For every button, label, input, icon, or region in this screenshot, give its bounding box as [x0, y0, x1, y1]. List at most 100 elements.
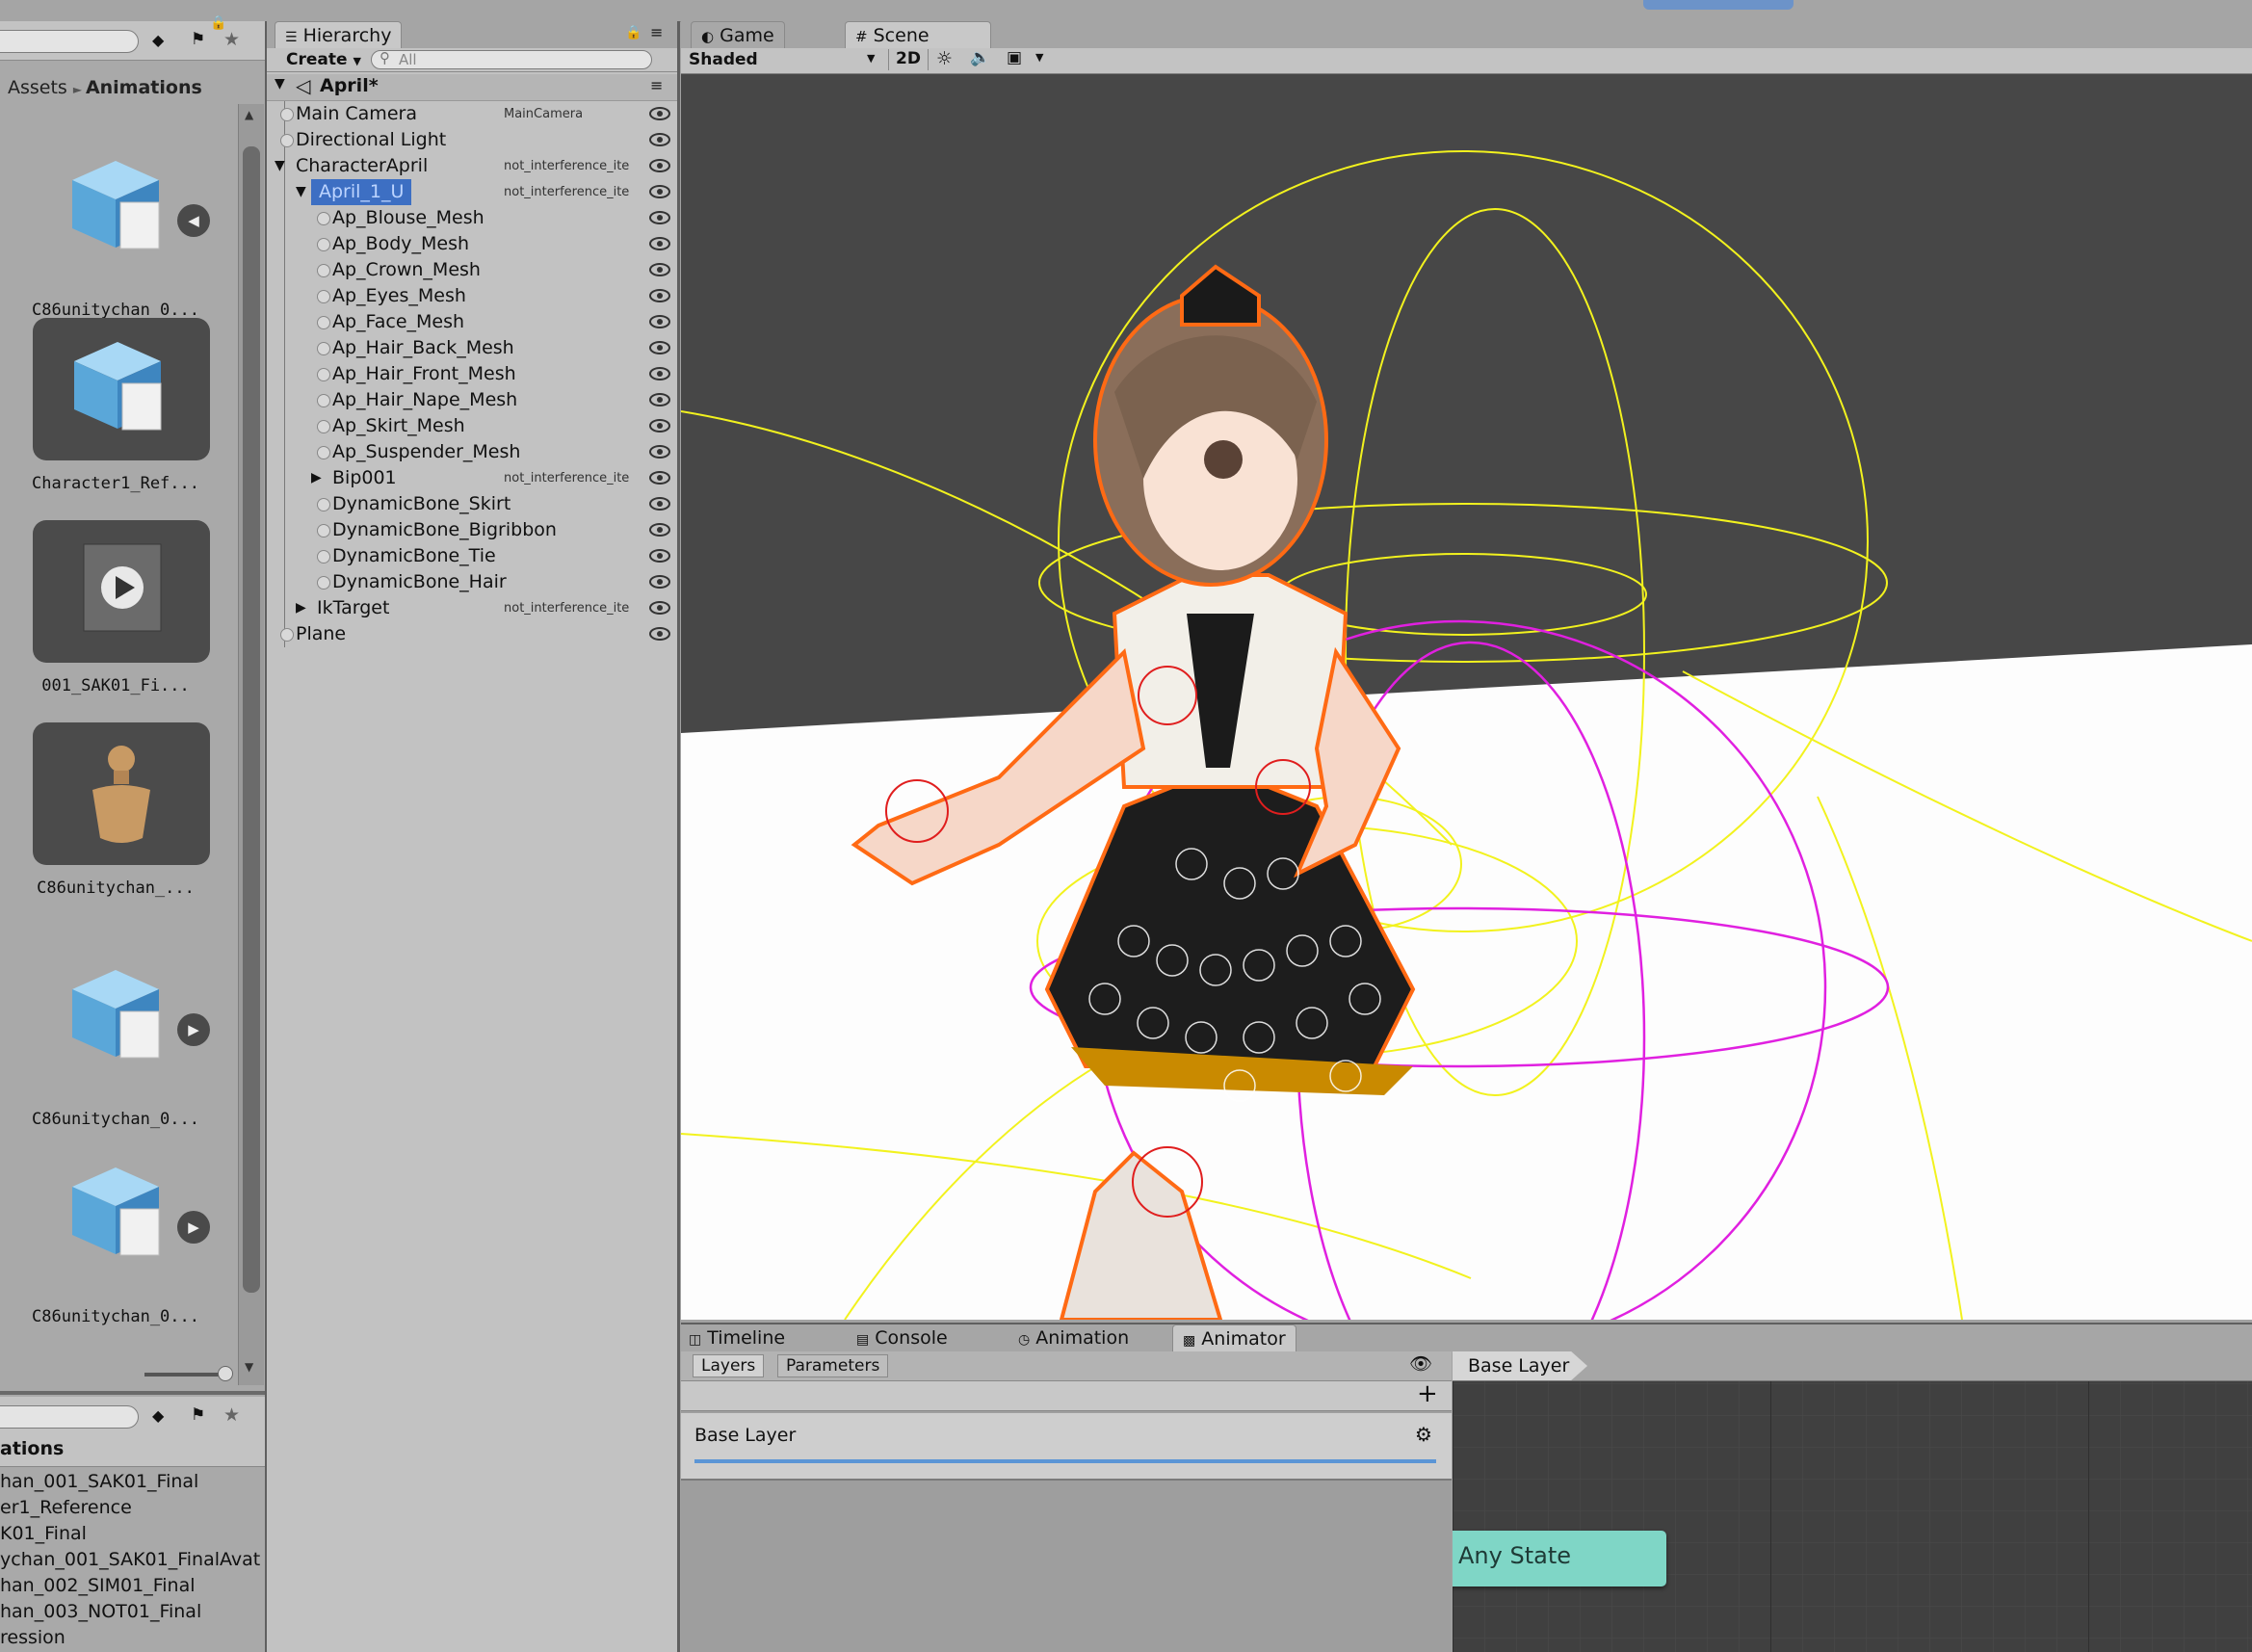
visibility-eye-icon[interactable]	[649, 262, 670, 277]
visibility-eye-icon[interactable]	[649, 314, 670, 329]
add-layer-icon[interactable]: +	[1417, 1379, 1438, 1408]
project-scrollbar[interactable]: ▲ ▼	[238, 104, 264, 1385]
project-search-input-2[interactable]	[0, 1405, 139, 1429]
collapse-arrow-icon[interactable]: ▶	[296, 595, 306, 621]
layer-settings-gear-icon[interactable]: ⚙	[1415, 1423, 1432, 1446]
hierarchy-item[interactable]: ▶ IkTarget not_interference_ite	[267, 595, 677, 621]
eye-icon[interactable]: 👁	[1409, 1352, 1432, 1375]
tab-game[interactable]: ◐ Game	[691, 21, 785, 49]
visibility-eye-icon[interactable]	[649, 392, 670, 407]
hierarchy-item[interactable]: Ap_Hair_Nape_Mesh	[267, 387, 677, 413]
lock-icon[interactable]: 🔒	[625, 25, 642, 40]
play-controls[interactable]	[1643, 0, 1794, 10]
tab-animator[interactable]: ▩ Animator	[1172, 1324, 1296, 1352]
visibility-eye-icon[interactable]	[649, 470, 670, 485]
panel-menu-icon[interactable]: ≡	[650, 23, 663, 41]
tab-scene[interactable]: # Scene	[845, 21, 991, 49]
play-badge-icon[interactable]: ◀	[177, 204, 210, 237]
tab-console[interactable]: ▤ Console	[856, 1327, 948, 1349]
hierarchy-item[interactable]: Main Camera MainCamera	[267, 101, 677, 127]
tab-timeline[interactable]: ◫ Timeline	[689, 1327, 785, 1349]
play-badge-icon[interactable]: ▶	[177, 1211, 210, 1244]
breadcrumb-animations[interactable]: Animations	[86, 77, 202, 98]
hierarchy-item[interactable]: Directional Light	[267, 127, 677, 153]
toggle-2d-button[interactable]: 2D	[888, 49, 929, 70]
hierarchy-item[interactable]: Ap_Face_Mesh	[267, 309, 677, 335]
list-item[interactable]: K01_Final	[0, 1521, 265, 1547]
breadcrumb-assets[interactable]: Assets	[8, 77, 67, 98]
visibility-eye-icon[interactable]	[649, 626, 670, 642]
list-item[interactable]: han_003_NOT01_Final	[0, 1599, 265, 1625]
hierarchy-search-input[interactable]: ⚲ All	[371, 49, 652, 69]
label-tag-icon[interactable]: ⚑	[191, 1405, 205, 1425]
scrollbar-thumb[interactable]	[243, 146, 260, 1293]
scene-viewport[interactable]	[681, 74, 2252, 1320]
slider-handle[interactable]	[218, 1366, 233, 1381]
scene-menu-icon[interactable]: ≡	[650, 76, 663, 94]
hierarchy-item[interactable]: DynamicBone_Tie	[267, 543, 677, 569]
audio-toggle-icon[interactable]: 🔈	[970, 48, 990, 67]
any-state-node[interactable]: Any State	[1453, 1531, 1666, 1586]
hierarchy-item[interactable]: Ap_Skirt_Mesh	[267, 413, 677, 439]
filter-type-icon[interactable]: ◆	[152, 31, 164, 49]
filter-type-icon[interactable]: ◆	[152, 1406, 164, 1425]
play-badge-icon[interactable]: ▶	[177, 1013, 210, 1046]
visibility-eye-icon[interactable]	[649, 366, 670, 381]
visibility-eye-icon[interactable]	[649, 548, 670, 564]
scroll-up-icon[interactable]: ▲	[245, 108, 253, 121]
visibility-eye-icon[interactable]	[649, 132, 670, 147]
visibility-eye-icon[interactable]	[649, 340, 670, 355]
visibility-eye-icon[interactable]	[649, 210, 670, 225]
icon-size-slider[interactable]	[144, 1366, 233, 1381]
effects-toggle-icon[interactable]: ▣	[1007, 48, 1022, 67]
visibility-eye-icon[interactable]	[649, 184, 670, 199]
visibility-eye-icon[interactable]	[649, 496, 670, 511]
collapse-arrow-icon[interactable]: ▶	[311, 465, 322, 491]
hierarchy-item[interactable]: Ap_Crown_Mesh	[267, 257, 677, 283]
project-search-input[interactable]	[0, 30, 139, 53]
hierarchy-item[interactable]: DynamicBone_Bigribbon	[267, 517, 677, 543]
hierarchy-item[interactable]: Ap_Eyes_Mesh	[267, 283, 677, 309]
visibility-eye-icon[interactable]	[649, 106, 670, 121]
favorite-star-icon[interactable]: ★	[223, 29, 240, 50]
create-button[interactable]: Create ▼	[286, 50, 361, 69]
scroll-down-icon[interactable]: ▼	[245, 1360, 253, 1374]
tab-animation[interactable]: ◷ Animation	[1018, 1327, 1129, 1349]
visibility-eye-icon[interactable]	[649, 574, 670, 590]
lighting-toggle-icon[interactable]: ☼	[936, 48, 953, 69]
visibility-eye-icon[interactable]	[649, 600, 670, 616]
hierarchy-item[interactable]: Ap_Hair_Back_Mesh	[267, 335, 677, 361]
layer-row[interactable]: Base Layer ⚙	[681, 1413, 1452, 1481]
expand-arrow-icon[interactable]: ▼	[275, 153, 285, 179]
visibility-eye-icon[interactable]	[649, 158, 670, 173]
hierarchy-item[interactable]: DynamicBone_Hair	[267, 569, 677, 595]
favorite-star-icon[interactable]: ★	[223, 1404, 240, 1426]
hierarchy-item[interactable]: Ap_Blouse_Mesh	[267, 205, 677, 231]
expand-arrow-icon[interactable]: ▼	[296, 179, 306, 205]
shading-mode-dropdown[interactable]: Shaded ▼	[689, 50, 881, 69]
hierarchy-item[interactable]: Plane	[267, 621, 677, 647]
lock-icon[interactable]: 🔒	[210, 15, 226, 31]
visibility-eye-icon[interactable]	[649, 236, 670, 251]
hierarchy-item[interactable]: ▼ CharacterApril not_interference_ite	[267, 153, 677, 179]
list-item[interactable]: han_001_SAK01_Final	[0, 1469, 265, 1495]
animator-graph[interactable]: Base Layer Any State	[1453, 1351, 2252, 1652]
visibility-eye-icon[interactable]	[649, 444, 670, 459]
list-item[interactable]: ychan_001_SAK01_FinalAvat	[0, 1547, 265, 1573]
breadcrumb-base-layer[interactable]: Base Layer	[1453, 1351, 1587, 1380]
tab-parameters[interactable]: Parameters	[777, 1354, 889, 1377]
visibility-eye-icon[interactable]	[649, 288, 670, 303]
label-tag-icon[interactable]: ⚑	[191, 30, 205, 49]
effects-dropdown-icon[interactable]: ▼	[1035, 51, 1043, 64]
list-item[interactable]: han_002_SIM01_Final	[0, 1573, 265, 1599]
visibility-eye-icon[interactable]	[649, 418, 670, 433]
visibility-eye-icon[interactable]	[649, 522, 670, 538]
hierarchy-item[interactable]: Ap_Hair_Front_Mesh	[267, 361, 677, 387]
hierarchy-item[interactable]: DynamicBone_Skirt	[267, 491, 677, 517]
tab-hierarchy[interactable]: ☰ Hierarchy	[275, 21, 403, 49]
hierarchy-item[interactable]: ▼ April_1_U not_interference_ite	[267, 179, 677, 205]
hierarchy-item[interactable]: Ap_Body_Mesh	[267, 231, 677, 257]
tab-layers[interactable]: Layers	[693, 1354, 765, 1377]
list-item[interactable]: ression	[0, 1625, 265, 1651]
expand-arrow-icon[interactable]: ▼	[275, 76, 285, 92]
